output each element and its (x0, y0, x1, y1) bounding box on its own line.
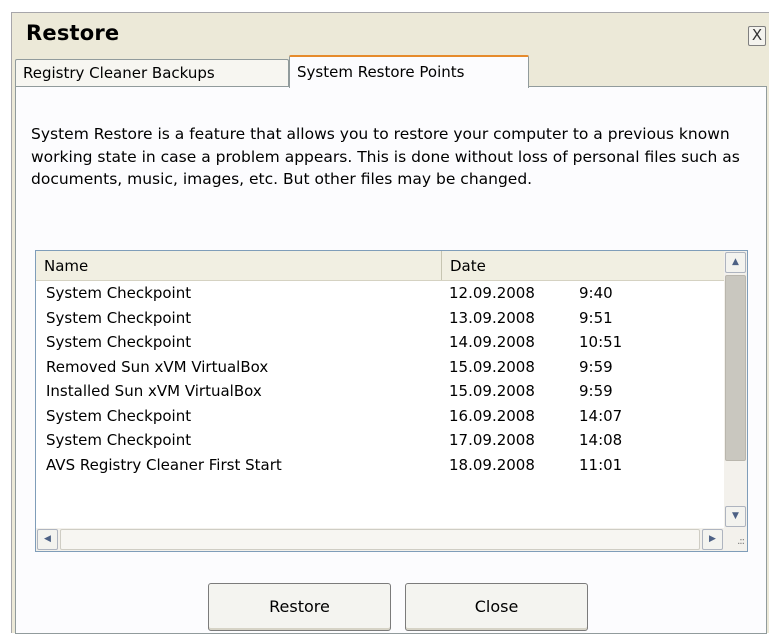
horizontal-scroll-thumb[interactable] (60, 529, 700, 550)
row-date: 15.09.2008 (449, 357, 535, 376)
row-time: 9:59 (579, 382, 613, 400)
row-time: 9:59 (579, 357, 613, 376)
row-date: 17.09.2008 (449, 431, 535, 449)
list-row[interactable]: System Checkpoint 13.09.2008 9:51 (36, 306, 724, 331)
row-name: System Checkpoint (46, 431, 192, 449)
row-date: 18.09.2008 (449, 455, 535, 474)
row-name: System Checkpoint (46, 308, 192, 327)
restore-points-list[interactable]: Name Date System Checkpoint 12.09.2008 9… (35, 250, 748, 552)
row-date: 14.09.2008 (449, 333, 535, 351)
list-row[interactable]: System Checkpoint 12.09.2008 9:40 (36, 281, 724, 306)
row-date: 12.09.2008 (449, 284, 535, 302)
resize-grip-icon[interactable]: .:: (724, 528, 747, 551)
tab-panel: System Restore is a feature that allows … (15, 86, 767, 634)
tab-registry-cleaner-backups[interactable]: Registry Cleaner Backups (15, 59, 289, 87)
row-name: Installed Sun xVM VirtualBox (46, 382, 262, 400)
row-name: Removed Sun xVM VirtualBox (46, 357, 269, 376)
row-name: System Checkpoint (46, 333, 192, 351)
vertical-scroll-thumb[interactable] (725, 275, 746, 461)
dialog-title: Restore (26, 21, 120, 45)
row-time: 14:08 (579, 431, 623, 449)
vertical-scrollbar[interactable]: ▲ ▼ (724, 251, 747, 528)
row-date: 13.09.2008 (449, 308, 535, 327)
list-row[interactable]: System Checkpoint 14.09.2008 10:51 (36, 330, 724, 355)
list-row[interactable]: AVS Registry Cleaner First Start 18.09.2… (36, 453, 724, 478)
row-time: 14:07 (579, 406, 623, 425)
row-name: AVS Registry Cleaner First Start (46, 455, 282, 474)
restore-dialog: Restore X Registry Cleaner Backups Syste… (11, 12, 769, 634)
row-time: 11:01 (579, 455, 623, 474)
column-header-date[interactable]: Date (442, 251, 724, 280)
close-button[interactable]: Close (405, 583, 588, 631)
row-time: 9:51 (579, 308, 613, 327)
restore-button[interactable]: Restore (208, 583, 391, 631)
close-icon[interactable]: X (748, 26, 766, 46)
row-time: 9:40 (579, 284, 613, 302)
list-row[interactable]: Removed Sun xVM VirtualBox 15.09.2008 9:… (36, 355, 724, 380)
scroll-right-icon[interactable]: ▶ (702, 529, 723, 550)
tab-system-restore-points[interactable]: System Restore Points (289, 55, 529, 88)
row-time: 10:51 (579, 333, 623, 351)
scroll-left-icon[interactable]: ◀ (37, 529, 58, 550)
horizontal-scrollbar[interactable]: ◀ ▶ (36, 528, 724, 551)
list-row[interactable]: System Checkpoint 16.09.2008 14:07 (36, 404, 724, 429)
description-text: System Restore is a feature that allows … (31, 125, 740, 188)
row-name: System Checkpoint (46, 284, 192, 302)
list-header: Name Date (36, 251, 724, 281)
row-date: 15.09.2008 (449, 382, 535, 400)
list-row[interactable]: Installed Sun xVM VirtualBox 15.09.2008 … (36, 379, 724, 404)
column-header-name[interactable]: Name (36, 251, 442, 280)
list-row[interactable]: System Checkpoint 17.09.2008 14:08 (36, 428, 724, 453)
scroll-up-icon[interactable]: ▲ (725, 252, 746, 273)
title-bar: Restore X (12, 13, 769, 53)
scroll-down-icon[interactable]: ▼ (725, 506, 746, 527)
row-date: 16.09.2008 (449, 406, 535, 425)
list-body: System Checkpoint 12.09.2008 9:40 System… (36, 281, 724, 477)
row-name: System Checkpoint (46, 406, 192, 425)
